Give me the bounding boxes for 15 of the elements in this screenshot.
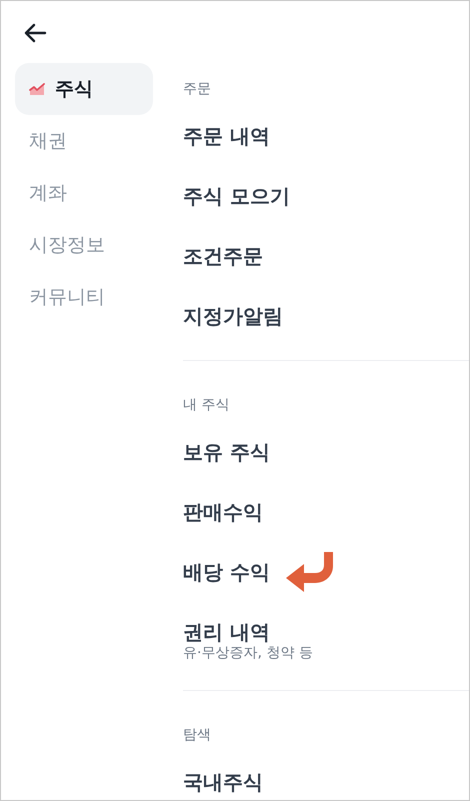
menu-item[interactable]: 권리 내역 유·무상증자, 청약 등 xyxy=(183,602,313,676)
sidebar-item[interactable]: 주식 xyxy=(15,63,153,115)
menu-item[interactable]: 보유 주식 xyxy=(183,422,270,482)
menu-item[interactable]: 배당 수익 xyxy=(183,542,270,602)
chart-icon xyxy=(29,82,45,96)
menu-item[interactable]: 판매수익 xyxy=(183,482,263,542)
menu-item[interactable]: 주문 내역 xyxy=(183,106,270,166)
section-header: 탐색 xyxy=(183,726,211,744)
back-icon[interactable] xyxy=(23,23,47,43)
section-header: 내 주식 xyxy=(183,396,230,414)
section-header: 주문 xyxy=(183,80,211,98)
menu-item[interactable]: 조건주문 xyxy=(183,226,263,286)
menu-item[interactable]: 국내주식 xyxy=(183,752,263,800)
menu-item[interactable]: 주식 모으기 xyxy=(183,166,290,226)
menu-item[interactable]: 지정가알림 xyxy=(183,286,283,346)
